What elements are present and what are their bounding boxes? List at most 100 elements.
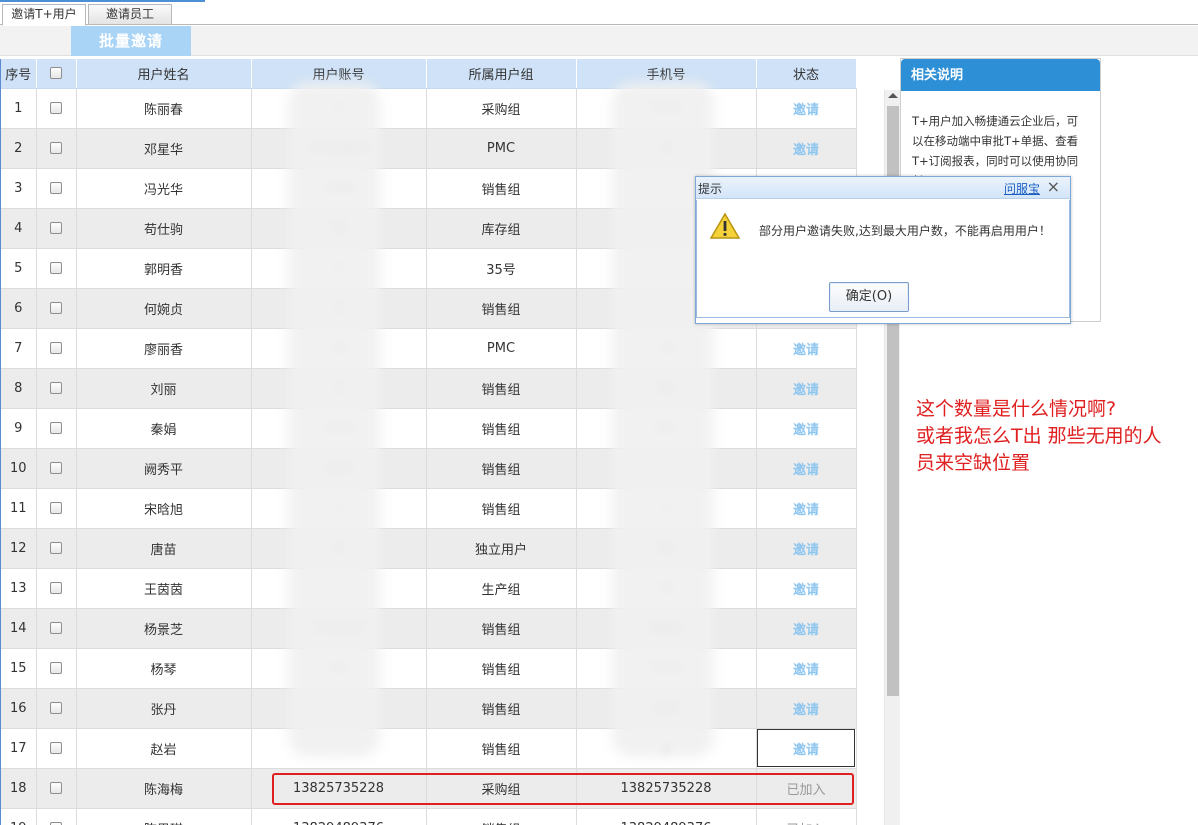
invite-link[interactable]: 邀请 (793, 703, 819, 718)
invite-link[interactable]: 邀请 (793, 463, 819, 478)
table-row[interactable]: 16张丹销售组502邀请 (1, 688, 857, 729)
row-checkbox[interactable] (50, 702, 62, 714)
status-cell: 邀请 (756, 728, 857, 769)
user-group: 库存组 (426, 208, 577, 249)
user-name: 杨琴 (76, 648, 252, 689)
annotation-line: 员来空缺位置 (916, 452, 1031, 474)
table-row[interactable]: 19陈思琪13829489376销售组13829489376已加入 (1, 808, 857, 825)
table-row[interactable]: 9秦娟2459销售组391邀请 (1, 408, 857, 449)
row-checkbox[interactable] (50, 182, 62, 194)
user-name: 赵岩 (76, 728, 252, 769)
dialog-body: 部分用户邀请失败,达到最大用户数，不能再启用用户！ 确定(O) (696, 200, 1070, 318)
tab-invite-employees[interactable]: 邀请员工 (88, 4, 172, 25)
table-row[interactable]: 13王茵茵生产组53邀请 (1, 568, 857, 609)
row-checkbox[interactable] (50, 222, 62, 234)
warning-icon (709, 212, 741, 239)
help-link[interactable]: 问服宝 (1004, 180, 1040, 197)
tab-bar: 邀请T+用户 邀请员工 (0, 0, 1198, 26)
close-icon[interactable]: × (1047, 177, 1060, 196)
status-cell: 邀请 (756, 408, 857, 449)
batch-invite-button[interactable]: 批量邀请 (71, 26, 191, 56)
user-name: 张丹 (76, 688, 252, 729)
invite-link[interactable]: 邀请 (793, 743, 819, 758)
status-cell: 邀请 (756, 608, 857, 649)
tab-invite-tplus-users[interactable]: 邀请T+用户 (2, 4, 86, 26)
row-select-cell (36, 568, 77, 609)
table-row[interactable]: 11宋晗旭1销售组2邀请 (1, 488, 857, 529)
row-seq: 17 (1, 728, 37, 769)
related-info-title: 相关说明 (901, 59, 1100, 91)
table-row[interactable]: 12唐苗9独立用户68邀请 (1, 528, 857, 569)
status-cell: 邀请 (756, 488, 857, 529)
row-seq: 18 (1, 768, 37, 809)
status-cell: 邀请 (756, 568, 857, 609)
invite-link[interactable]: 邀请 (793, 383, 819, 398)
alert-dialog: 提示 问服宝 × 部分用户邀请失败,达到最大用户数，不能再启用用户！ 确定(O) (695, 176, 1071, 324)
row-checkbox[interactable] (50, 622, 62, 634)
row-checkbox[interactable] (50, 662, 62, 674)
invite-link[interactable]: 邀请 (793, 623, 819, 638)
row-checkbox[interactable] (50, 102, 62, 114)
table-row[interactable]: 1陈丽春0采购组5582邀请 (1, 88, 857, 129)
row-seq: 5 (1, 248, 37, 289)
table-row[interactable]: 17赵岩销售组9邀请 (1, 728, 857, 769)
row-checkbox[interactable] (50, 782, 62, 794)
invite-link[interactable]: 邀请 (793, 103, 819, 118)
ok-button[interactable]: 确定(O) (829, 282, 909, 312)
row-checkbox[interactable] (50, 342, 62, 354)
invite-link[interactable]: 邀请 (793, 143, 819, 158)
invite-link[interactable]: 邀请 (793, 503, 819, 518)
row-checkbox[interactable] (50, 422, 62, 434)
user-name: 郭明香 (76, 248, 252, 289)
row-seq: 14 (1, 608, 37, 649)
invite-link[interactable]: 邀请 (793, 543, 819, 558)
table-row[interactable]: 10阙秀平583销售组邀请 (1, 448, 857, 489)
row-checkbox[interactable] (50, 382, 62, 394)
row-select-cell (36, 168, 77, 209)
user-name: 刘丽 (76, 368, 252, 409)
row-select-cell (36, 728, 77, 769)
user-group: 独立用户 (426, 528, 577, 569)
user-phone: 13829489376 (576, 808, 757, 825)
tab-bar-accent (0, 0, 205, 2)
user-name: 陈丽春 (76, 88, 252, 129)
user-group: PMC (426, 128, 577, 169)
user-name: 阙秀平 (76, 448, 252, 489)
table-row[interactable]: 8刘丽3销售组06邀请 (1, 368, 857, 409)
related-info-line: 以在移动端中审批T+单据、查看 (912, 134, 1079, 148)
invite-link[interactable]: 邀请 (793, 583, 819, 598)
table-row[interactable]: 15杨琴60销售组9260邀请 (1, 648, 857, 689)
user-name: 苟仕驹 (76, 208, 252, 249)
row-select-cell (36, 88, 77, 129)
invite-link[interactable]: 邀请 (793, 343, 819, 358)
row-checkbox[interactable] (50, 582, 62, 594)
row-select-cell (36, 648, 77, 689)
row-select-cell (36, 248, 77, 289)
user-group: 采购组 (426, 88, 577, 129)
row-checkbox[interactable] (50, 502, 62, 514)
invite-link[interactable]: 邀请 (793, 423, 819, 438)
table-row[interactable]: 2邓星华1311849PMC9邀请 (1, 128, 857, 169)
scroll-up-arrow-icon[interactable] (888, 93, 898, 98)
row-checkbox[interactable] (50, 462, 62, 474)
row-checkbox[interactable] (50, 302, 62, 314)
row-seq: 19 (1, 808, 37, 825)
row-select-cell (36, 528, 77, 569)
row-checkbox[interactable] (50, 142, 62, 154)
user-group: 35号 (426, 248, 577, 289)
column-header-group: 所属用户组 (426, 59, 577, 89)
select-all-checkbox[interactable] (50, 67, 62, 80)
table-row[interactable]: 7廖丽香24PMC20邀请 (1, 328, 857, 369)
row-checkbox[interactable] (50, 542, 62, 554)
row-checkbox[interactable] (50, 262, 62, 274)
row-seq: 15 (1, 648, 37, 689)
invite-link[interactable]: 邀请 (793, 663, 819, 678)
row-seq: 9 (1, 408, 37, 449)
table-row[interactable]: 14杨景芝135058销售组0982邀请 (1, 608, 857, 649)
status-cell: 邀请 (756, 328, 857, 369)
row-checkbox[interactable] (50, 742, 62, 754)
toolbar: 批量邀请 (0, 26, 1198, 56)
user-group: 销售组 (426, 648, 577, 689)
row-seq: 1 (1, 88, 37, 129)
column-header-select-all (36, 59, 77, 89)
